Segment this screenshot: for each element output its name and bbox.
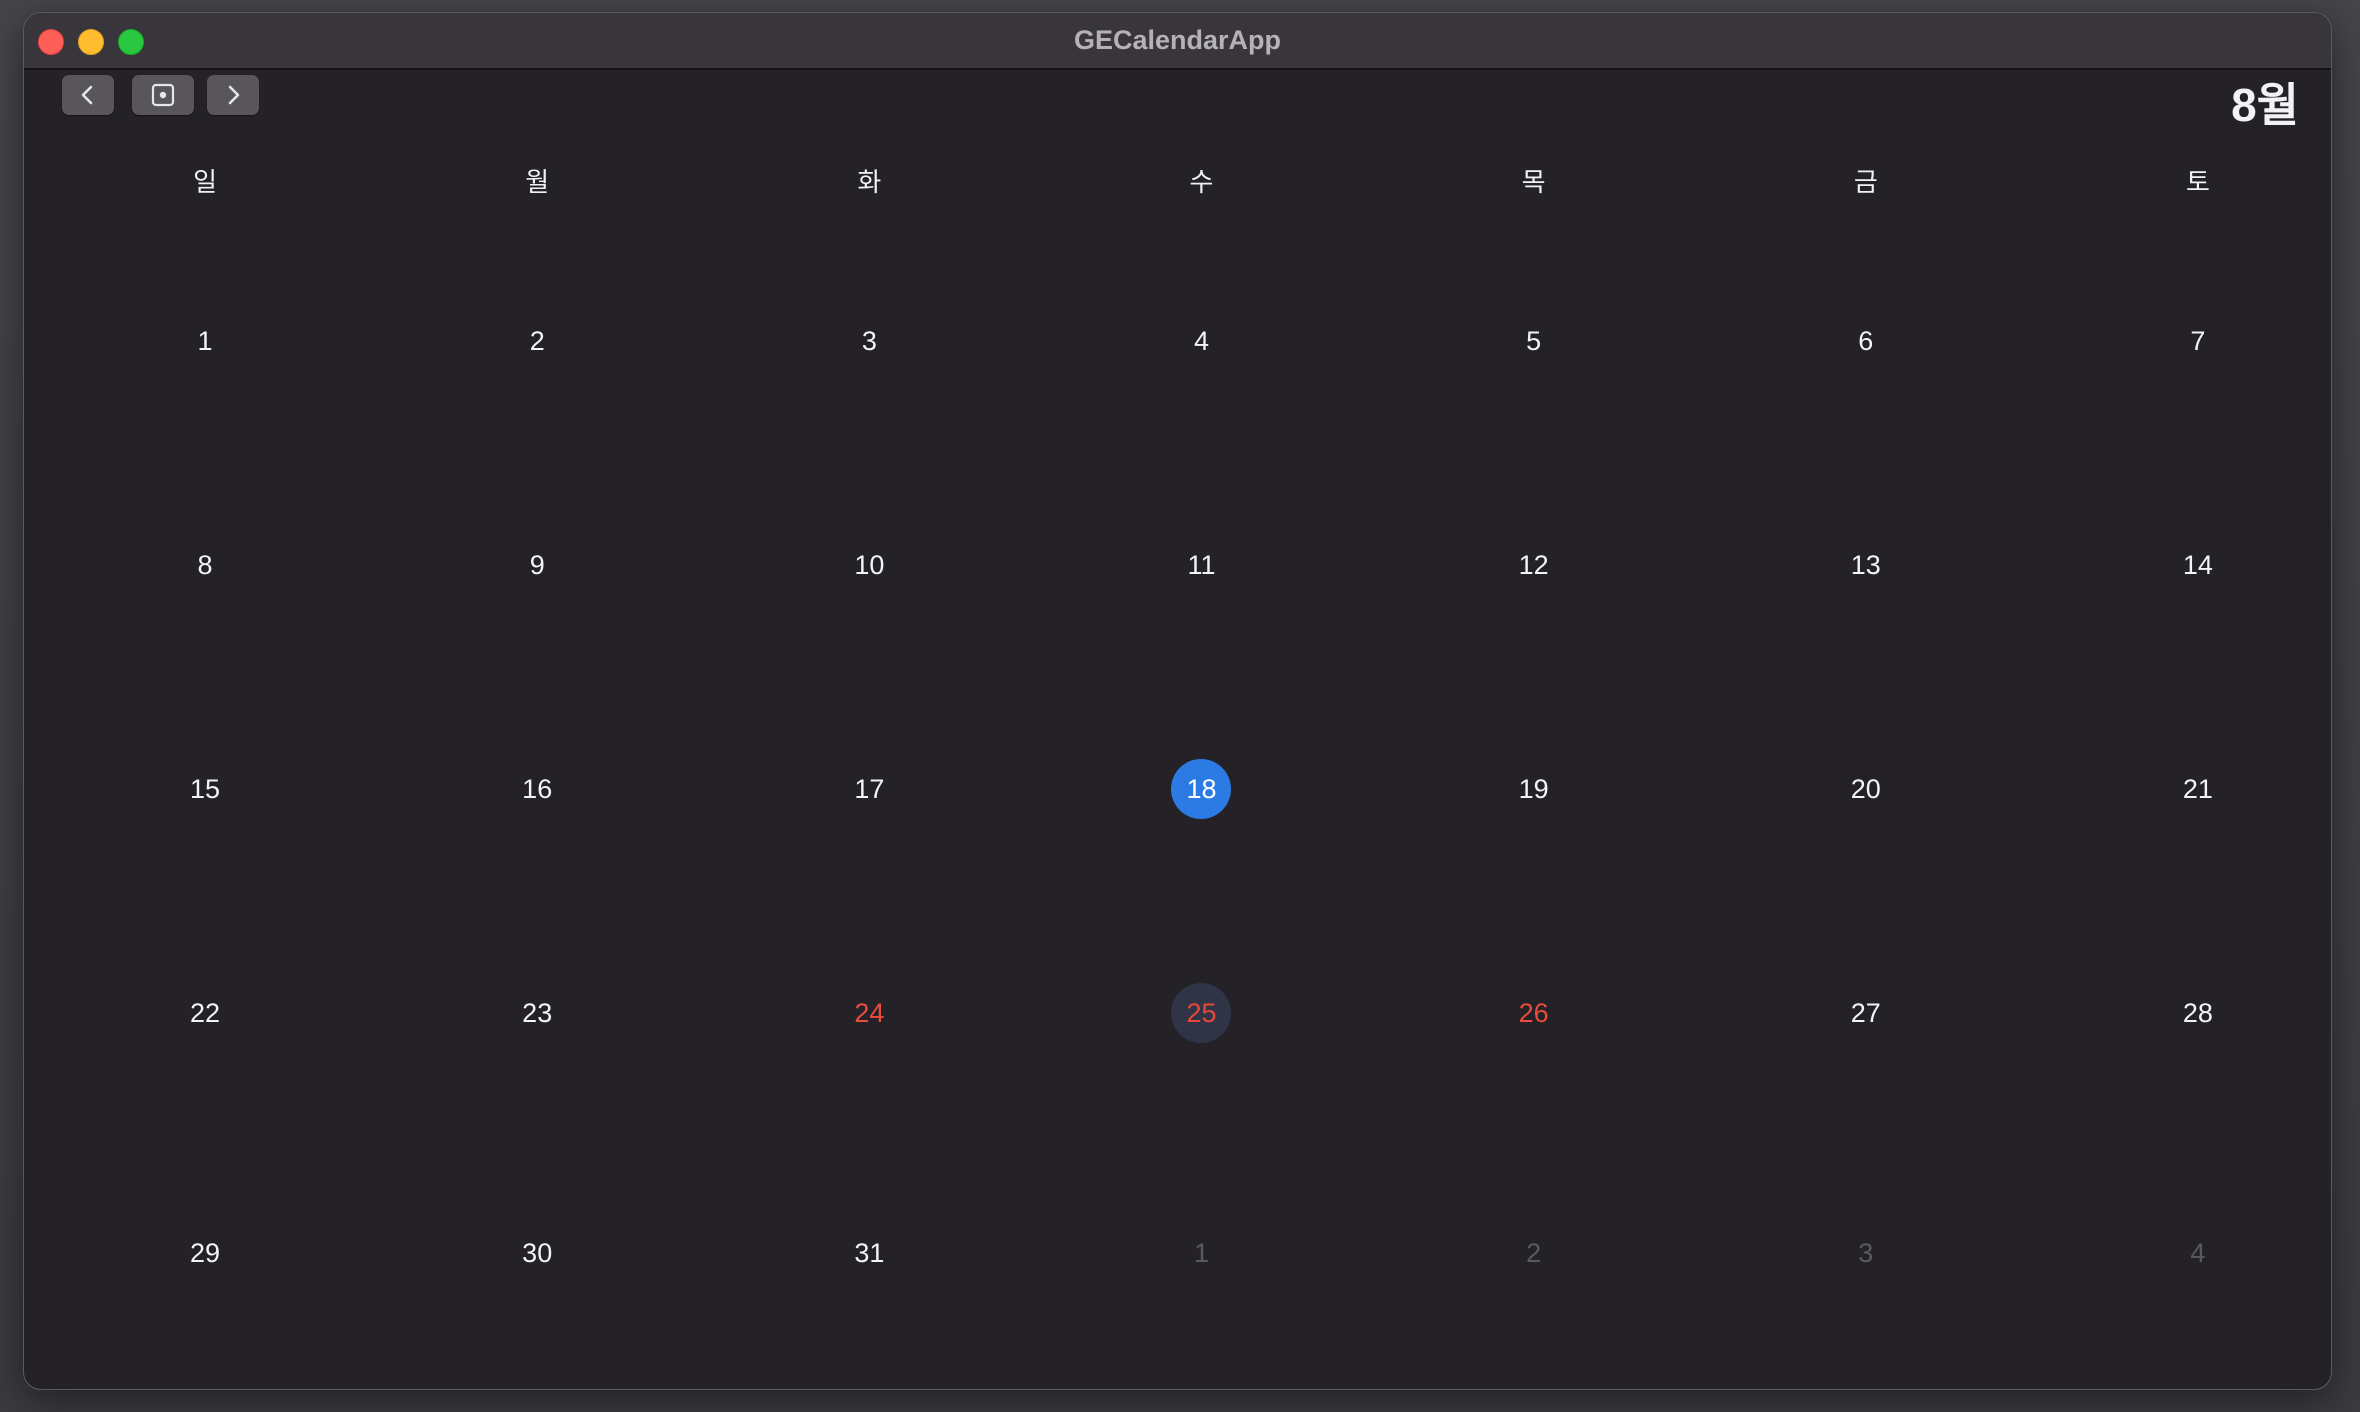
window-title: GECalendarApp	[1073, 25, 1282, 55]
next-month-day-number: 2	[1526, 1237, 1542, 1268]
day-cell-next-month[interactable]: 2	[1368, 1221, 1700, 1285]
chevron-left-icon	[81, 85, 93, 105]
weekday-label: 목	[1521, 167, 1546, 197]
app-window: GECalendarApp 8월 일 월 화 수 목 금 토 1 2 3 4 5…	[23, 12, 2332, 1390]
day-number: 17	[854, 773, 885, 804]
day-cell-next-month[interactable]: 3	[1700, 1221, 2032, 1285]
week-row: 29 30 31 1 2 3 4	[39, 1221, 2331, 1285]
weekday-label: 일	[193, 167, 218, 197]
day-cell[interactable]: 22	[39, 981, 371, 1045]
day-cell[interactable]: 6	[1700, 309, 2032, 373]
calendar-grid: 1 2 3 4 5 6 7 8 9 10 11 12 13 14 15 16 1…	[39, 205, 2331, 1389]
weekday-header: 일 월 화 수 목 금 토	[39, 159, 2331, 205]
day-cell-holiday[interactable]: 24	[703, 981, 1035, 1045]
day-cell[interactable]: 13	[1700, 533, 2032, 597]
day-number: 27	[1850, 997, 1881, 1028]
day-number: 3	[861, 325, 877, 356]
weekday-label: 토	[2185, 167, 2210, 197]
day-number: 8	[197, 549, 213, 580]
day-cell[interactable]: 31	[703, 1221, 1035, 1285]
day-cell[interactable]: 10	[703, 533, 1035, 597]
weekday-label: 월	[525, 167, 550, 197]
day-number: 23	[522, 997, 553, 1028]
next-month-day-number: 4	[2190, 1237, 2206, 1268]
day-number: 29	[190, 1237, 221, 1268]
desktop: GECalendarApp 8월 일 월 화 수 목 금 토 1 2 3 4 5…	[0, 0, 2360, 1412]
day-cell[interactable]: 15	[39, 757, 371, 821]
day-cell-next-month[interactable]: 1	[1035, 1221, 1367, 1285]
day-number: 7	[2190, 325, 2206, 356]
day-cell[interactable]: 14	[2032, 533, 2331, 597]
day-number: 20	[1850, 773, 1881, 804]
day-cell[interactable]: 11	[1035, 533, 1367, 597]
day-cell[interactable]: 30	[371, 1221, 703, 1285]
today-marker: 18	[1171, 759, 1232, 819]
day-cell[interactable]: 5	[1368, 309, 1700, 373]
day-cell[interactable]: 17	[703, 757, 1035, 821]
week-row: 1 2 3 4 5 6 7	[39, 309, 2331, 373]
day-number: 5	[1526, 325, 1542, 356]
day-cell-selected[interactable]: 25	[1035, 981, 1367, 1045]
day-number: 31	[854, 1237, 885, 1268]
day-cell[interactable]: 27	[1700, 981, 2032, 1045]
next-month-day-number: 3	[1858, 1237, 1874, 1268]
next-month-day-number: 1	[1193, 1237, 1209, 1268]
day-cell[interactable]: 19	[1368, 757, 1700, 821]
day-number: 14	[2182, 549, 2213, 580]
day-cell[interactable]: 20	[1700, 757, 2032, 821]
day-cell[interactable]: 21	[2032, 757, 2331, 821]
day-cell[interactable]: 2	[371, 309, 703, 373]
day-cell[interactable]: 23	[371, 981, 703, 1045]
day-number: 4	[1193, 325, 1209, 356]
day-cell-today[interactable]: 18	[1035, 757, 1367, 821]
day-cell[interactable]: 12	[1368, 533, 1700, 597]
day-number: 2	[529, 325, 545, 356]
today-button[interactable]	[132, 75, 194, 115]
day-cell[interactable]: 29	[39, 1221, 371, 1285]
day-number: 19	[1518, 773, 1549, 804]
day-cell[interactable]: 9	[371, 533, 703, 597]
day-cell[interactable]: 28	[2032, 981, 2331, 1045]
weekday-label: 화	[857, 167, 882, 197]
day-cell[interactable]: 3	[703, 309, 1035, 373]
day-number: 13	[1850, 549, 1881, 580]
day-cell[interactable]: 16	[371, 757, 703, 821]
day-cell[interactable]: 4	[1035, 309, 1367, 373]
day-cell[interactable]: 1	[39, 309, 371, 373]
month-title: 8월	[2231, 79, 2299, 131]
holiday-day-number: 26	[1518, 997, 1549, 1028]
week-row: 8 9 10 11 12 13 14	[39, 533, 2331, 597]
day-cell[interactable]: 8	[39, 533, 371, 597]
day-number: 11	[1187, 549, 1216, 580]
today-dot-icon	[151, 83, 175, 107]
week-row: 22 23 24 25 26 27 28	[39, 981, 2331, 1045]
day-number: 12	[1518, 549, 1549, 580]
day-cell[interactable]: 7	[2032, 309, 2331, 373]
day-cell-next-month[interactable]: 4	[2032, 1221, 2331, 1285]
next-month-button[interactable]	[207, 75, 259, 115]
day-number: 16	[522, 773, 553, 804]
weekday-label: 금	[1853, 167, 1878, 197]
day-number: 1	[197, 325, 213, 356]
day-number: 15	[190, 773, 221, 804]
chevron-right-icon	[228, 85, 240, 105]
selected-day-marker: 25	[1171, 983, 1232, 1043]
day-number: 22	[190, 997, 221, 1028]
day-cell-holiday[interactable]: 26	[1368, 981, 1700, 1045]
title-bar[interactable]: GECalendarApp	[24, 13, 2331, 70]
day-number: 10	[854, 549, 885, 580]
day-number: 6	[1858, 325, 1874, 356]
day-number: 9	[529, 549, 545, 580]
day-number: 28	[2182, 997, 2213, 1028]
weekday-label: 수	[1189, 167, 1214, 197]
week-row: 15 16 17 18 19 20 21	[39, 757, 2331, 821]
day-number: 30	[522, 1237, 553, 1268]
previous-month-button[interactable]	[62, 75, 114, 115]
day-number: 21	[2182, 773, 2213, 804]
holiday-day-number: 24	[854, 997, 885, 1028]
